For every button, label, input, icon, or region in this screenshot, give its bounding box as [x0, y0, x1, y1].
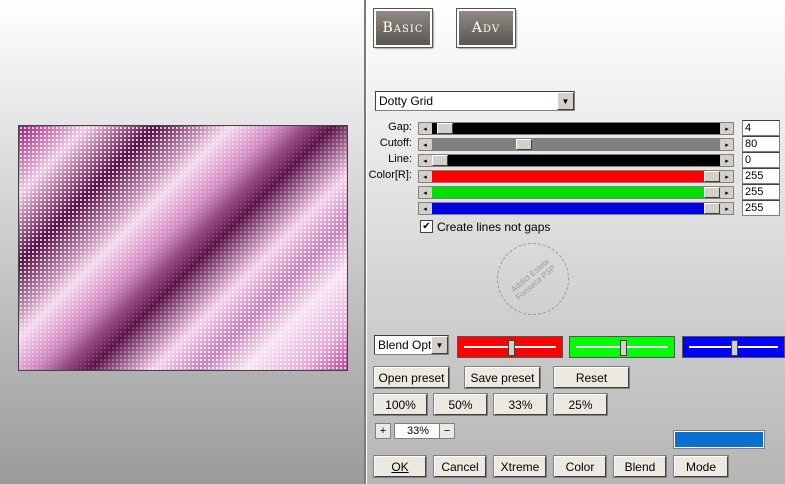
save-preset-button[interactable]: Save preset — [464, 366, 541, 389]
slider-thumb[interactable] — [432, 155, 448, 166]
dot-grid-overlay — [19, 126, 347, 370]
blend-green-knob[interactable] — [620, 340, 627, 356]
color-preview-box[interactable] — [673, 430, 765, 449]
arrow-left-icon[interactable]: ◂ — [419, 123, 431, 134]
slider-label: Gap: — [388, 121, 412, 133]
slider-fill — [432, 139, 720, 150]
arrow-right-icon[interactable]: ▸ — [721, 203, 733, 214]
slider-value-field[interactable]: 255 — [742, 200, 780, 216]
zoom-out-button[interactable]: − — [439, 423, 455, 439]
slider-track[interactable]: ◂ ▸ — [418, 122, 734, 135]
slider-fill — [432, 171, 720, 182]
arrow-left-icon[interactable]: ◂ — [419, 155, 431, 166]
zoom-level-field[interactable]: 33% — [394, 423, 442, 439]
filter-select-value: Dotty Grid — [379, 94, 434, 108]
slider-thumb[interactable] — [704, 171, 720, 182]
zoom-33-button[interactable]: 33% — [493, 393, 548, 416]
blend-options-value: Blend Opti — [378, 338, 431, 352]
color-button[interactable]: Color — [553, 455, 607, 478]
arrow-right-icon[interactable]: ▸ — [721, 171, 733, 182]
slider-thumb[interactable] — [516, 139, 532, 150]
arrow-left-icon[interactable]: ◂ — [419, 171, 431, 182]
slider-value-field[interactable]: 255 — [742, 168, 780, 184]
blend-options-select[interactable]: Blend Opti ▼ — [374, 335, 449, 355]
create-lines-checkbox[interactable]: ✔ — [420, 220, 433, 233]
blend-blue-swatch[interactable] — [682, 336, 785, 358]
arrow-left-icon[interactable]: ◂ — [419, 203, 431, 214]
slider-label: Cutoff: — [379, 137, 412, 149]
chevron-down-icon[interactable]: ▼ — [557, 92, 574, 110]
slider-value-field[interactable]: 80 — [742, 136, 780, 152]
slider-fill — [432, 187, 720, 198]
ok-button[interactable]: OK — [373, 455, 427, 478]
arrow-right-icon[interactable]: ▸ — [721, 155, 733, 166]
slider-track[interactable]: ◂ ▸ — [418, 186, 734, 199]
zoom-50-button[interactable]: 50% — [433, 393, 488, 416]
slider-thumb[interactable] — [437, 123, 453, 134]
blend-green-swatch[interactable] — [569, 336, 675, 358]
slider-value-field[interactable]: 4 — [742, 120, 780, 136]
slider-label: Color[R]: — [368, 169, 412, 181]
arrow-right-icon[interactable]: ▸ — [721, 123, 733, 134]
blend-blue-knob[interactable] — [731, 340, 738, 356]
slider-track[interactable]: ◂ ▸ — [418, 170, 734, 183]
zoom-100-button[interactable]: 100% — [373, 393, 428, 416]
tab-basic[interactable]: Basic — [373, 8, 433, 48]
slider-track[interactable]: ◂ ▸ — [418, 154, 734, 167]
reset-button[interactable]: Reset — [553, 366, 630, 389]
slider-value-field[interactable]: 255 — [742, 184, 780, 200]
arrow-right-icon[interactable]: ▸ — [721, 187, 733, 198]
slider-thumb[interactable] — [704, 187, 720, 198]
slider-track[interactable]: ◂ ▸ — [418, 138, 734, 151]
xtreme-button[interactable]: Xtreme — [493, 455, 547, 478]
slider-value-field[interactable]: 0 — [742, 152, 780, 168]
arrow-left-icon[interactable]: ◂ — [419, 187, 431, 198]
create-lines-label[interactable]: Create lines not gaps — [437, 220, 550, 234]
zoom-25-button[interactable]: 25% — [553, 393, 608, 416]
filter-select[interactable]: Dotty Grid ▼ — [375, 91, 575, 111]
blend-red-swatch[interactable] — [457, 336, 563, 358]
slider-fill — [432, 123, 720, 134]
tab-adv[interactable]: Adv — [456, 8, 516, 48]
zoom-in-button[interactable]: + — [375, 423, 391, 439]
slider-thumb[interactable] — [704, 203, 720, 214]
slider-track[interactable]: ◂ ▸ — [418, 202, 734, 215]
mode-button[interactable]: Mode — [673, 455, 729, 478]
slider-label: Line: — [388, 153, 412, 165]
arrow-right-icon[interactable]: ▸ — [721, 139, 733, 150]
chevron-down-icon[interactable]: ▼ — [431, 336, 448, 354]
watermark-text: Addict Estela Fonseca PSP — [509, 257, 558, 302]
slider-fill — [432, 155, 720, 166]
blend-red-knob[interactable] — [508, 340, 515, 356]
slider-fill — [432, 203, 720, 214]
open-preset-button[interactable]: Open preset — [373, 366, 450, 389]
arrow-left-icon[interactable]: ◂ — [419, 139, 431, 150]
ok-button-label: OK — [391, 459, 409, 474]
cancel-button[interactable]: Cancel — [433, 455, 487, 478]
blend-button[interactable]: Blend — [613, 455, 667, 478]
preview-image — [18, 125, 348, 371]
